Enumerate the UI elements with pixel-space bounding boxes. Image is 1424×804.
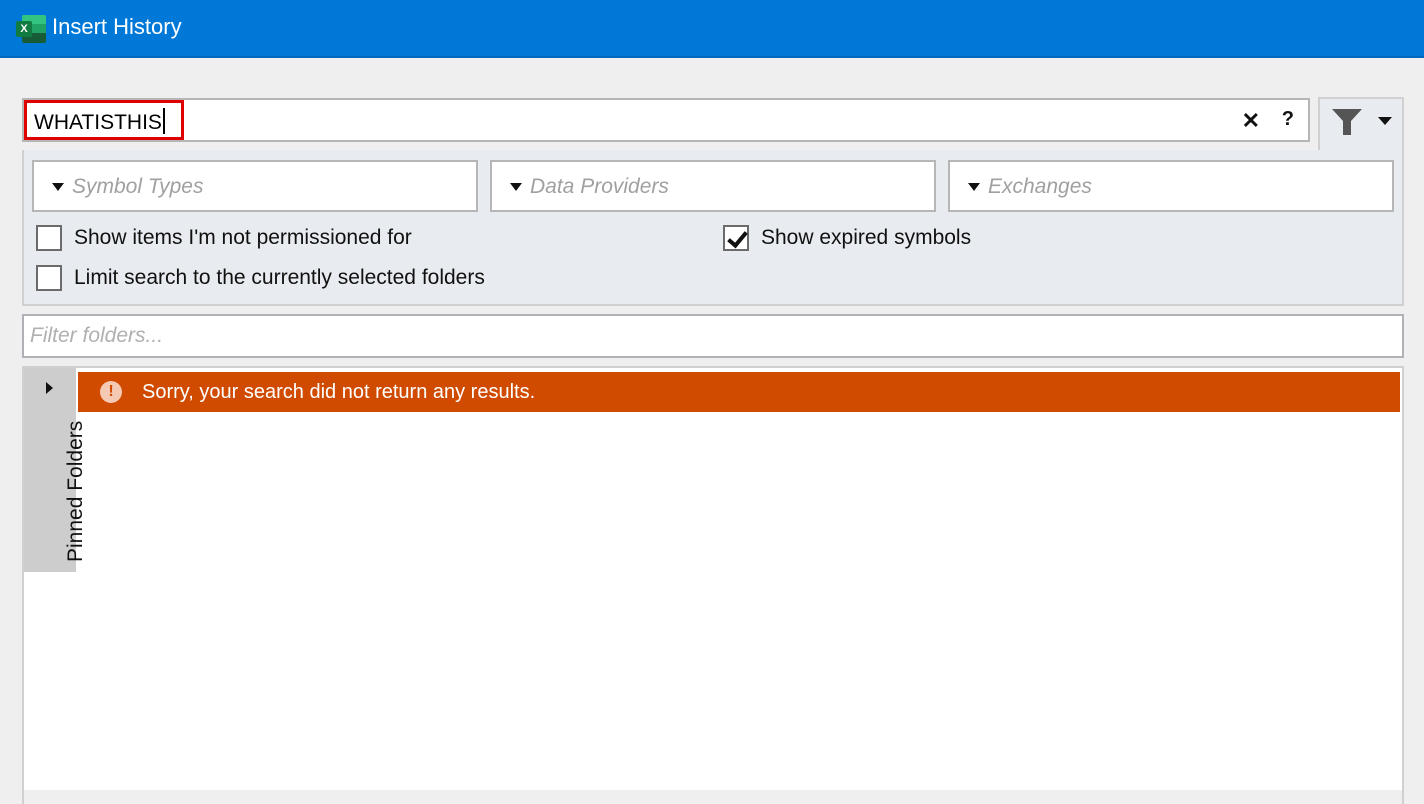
caret-down-icon <box>52 183 64 191</box>
alert-icon: ! <box>100 381 122 403</box>
dropdown-label: Data Providers <box>530 175 669 198</box>
checkbox[interactable] <box>36 265 62 291</box>
pinned-folders-tab[interactable]: Pinned Folders <box>24 368 87 572</box>
expand-arrow-icon[interactable] <box>46 382 53 394</box>
checkbox-label: Limit search to the currently selected f… <box>74 266 485 289</box>
dropdown-label: Symbol Types <box>72 175 204 198</box>
data-providers-dropdown[interactable]: Data Providers <box>490 160 936 212</box>
help-button[interactable]: ? <box>1282 108 1294 131</box>
exchanges-dropdown[interactable]: Exchanges <box>948 160 1394 212</box>
checkbox[interactable] <box>36 225 62 251</box>
search-input[interactable]: WHATISTHIS ✕ ? <box>22 98 1310 142</box>
results-pane: Pinned Folders ! Sorry, your search did … <box>22 366 1404 804</box>
clear-search-button[interactable]: ✕ <box>1242 108 1260 134</box>
caret-down-icon <box>968 183 980 191</box>
filter-folders-field[interactable] <box>22 314 1404 358</box>
chevron-down-icon <box>1378 117 1392 125</box>
filter-toggle-button[interactable] <box>1318 97 1404 153</box>
filter-folders-input[interactable] <box>24 316 1402 356</box>
excel-icon: X <box>14 15 48 43</box>
limit-to-selected-folders-checkbox[interactable]: Limit search to the currently selected f… <box>36 264 485 292</box>
text-caret <box>162 108 165 134</box>
checkbox-label: Show expired symbols <box>761 226 972 249</box>
funnel-icon <box>1332 109 1362 135</box>
status-strip <box>24 790 1402 804</box>
error-message: Sorry, your search did not return any re… <box>142 381 536 403</box>
search-value: WHATISTHIS <box>34 111 162 134</box>
filter-panel: Symbol Types Data Providers Exchanges Sh… <box>22 150 1404 306</box>
show-expired-symbols-checkbox[interactable]: Show expired symbols <box>723 224 971 252</box>
title-bar: X Insert History <box>0 0 1424 58</box>
symbol-types-dropdown[interactable]: Symbol Types <box>32 160 478 212</box>
window-title: Insert History <box>52 14 182 39</box>
dropdown-label: Exchanges <box>988 175 1092 198</box>
caret-down-icon <box>510 183 522 191</box>
no-results-banner: ! Sorry, your search did not return any … <box>78 372 1400 412</box>
show-unpermissioned-checkbox[interactable]: Show items I'm not permissioned for <box>36 224 412 252</box>
checkbox-checked[interactable] <box>723 225 749 251</box>
checkbox-label: Show items I'm not permissioned for <box>74 226 412 249</box>
pinned-folders-label: Pinned Folders <box>64 420 87 562</box>
